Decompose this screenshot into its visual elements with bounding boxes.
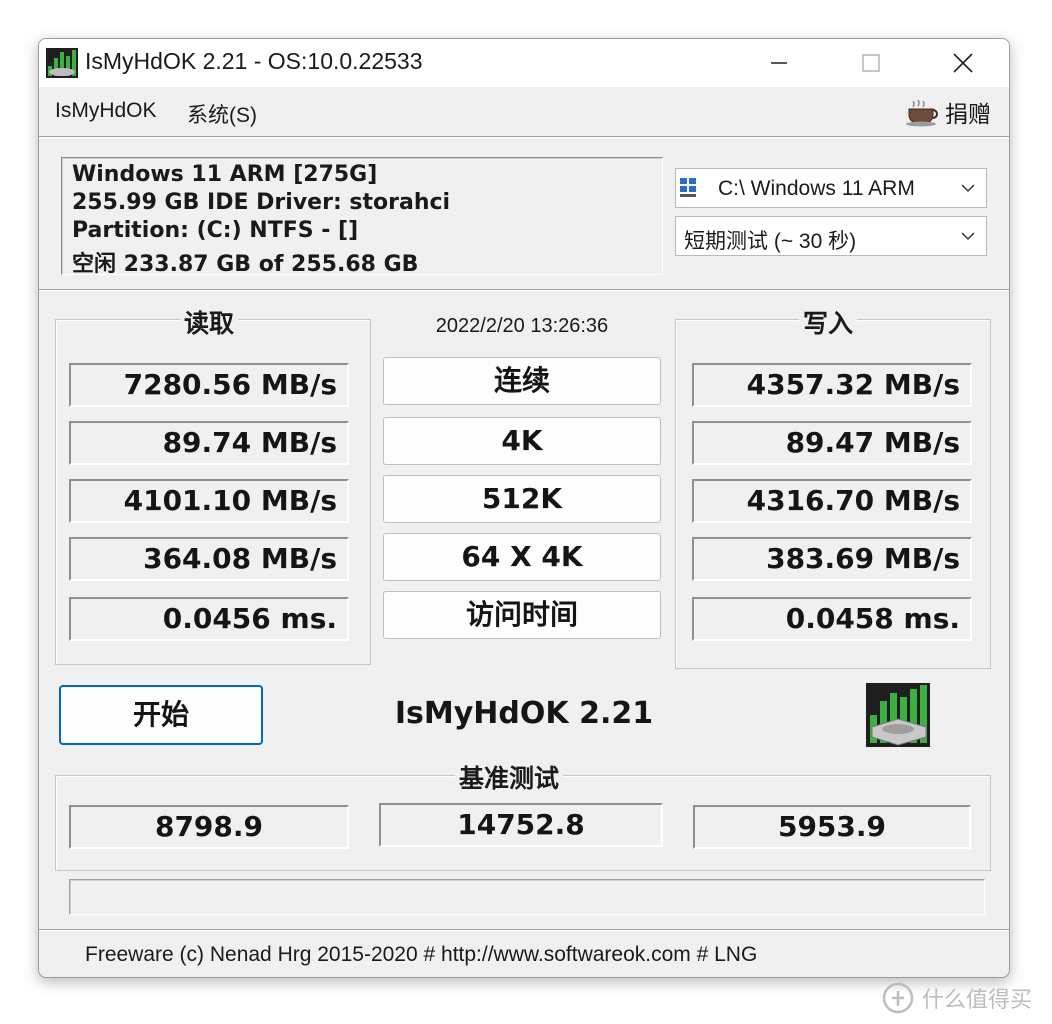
read-sequential-value: 7280.56 MB/s — [69, 363, 349, 407]
drive-select[interactable]: C:\ Windows 11 ARM — [675, 168, 987, 208]
benchmark-read-score: 8798.9 — [69, 805, 349, 849]
app-name-label: IsMyHdOK 2.21 — [394, 696, 654, 731]
progress-bar — [69, 879, 985, 915]
read-64x4k-value: 364.08 MB/s — [69, 537, 349, 581]
app-logo-icon — [46, 48, 78, 78]
disk-benchmark-icon — [866, 683, 930, 747]
write-title: 写入 — [799, 304, 858, 340]
footer-text[interactable]: Freeware (c) Nenad Hrg 2015-2020 # http:… — [85, 943, 757, 967]
title-bar: IsMyHdOK 2.21 - OS:10.0.22533 — [39, 39, 1009, 87]
zhi-logo-icon — [882, 982, 914, 1014]
minimize-icon — [771, 62, 787, 64]
divider — [39, 929, 1009, 931]
write-sequential-value: 4357.32 MB/s — [692, 363, 972, 407]
divider — [39, 136, 1009, 138]
test-access-time-button[interactable]: 访问时间 — [383, 591, 661, 639]
duration-select[interactable]: 短期测试 (~ 30 秒) — [675, 216, 987, 256]
minimize-button[interactable] — [733, 39, 825, 87]
chevron-down-icon — [961, 232, 975, 241]
donate-label: 捐赠 — [945, 102, 991, 128]
chevron-down-icon — [961, 184, 975, 193]
write-4k-value: 89.47 MB/s — [692, 421, 972, 465]
write-512k-value: 4316.70 MB/s — [692, 479, 972, 523]
close-button[interactable] — [917, 39, 1009, 87]
benchmark-total-score: 14752.8 — [379, 803, 663, 847]
read-512k-value: 4101.10 MB/s — [69, 479, 349, 523]
duration-select-value: 短期测试 (~ 30 秒) — [684, 230, 857, 253]
close-icon — [953, 53, 973, 73]
app-window: IsMyHdOK 2.21 - OS:10.0.22533 IsMyHdOK 系… — [38, 38, 1010, 978]
read-4k-value: 89.74 MB/s — [69, 421, 349, 465]
watermark: 什么值得买 — [882, 982, 1032, 1014]
drive-size-driver: 255.99 GB IDE Driver: storahci — [72, 190, 451, 215]
read-access-time-value: 0.0456 ms. — [69, 597, 349, 641]
test-sequential-button[interactable]: 连续 — [383, 357, 661, 405]
drive-free-space: 空闲 233.87 GB of 255.68 GB — [72, 252, 419, 277]
test-timestamp: 2022/2/20 13:26:36 — [435, 315, 609, 337]
drive-icon — [680, 178, 696, 197]
drive-name: Windows 11 ARM [275G] — [72, 162, 378, 187]
menu-ismyhdok[interactable]: IsMyHdOK — [55, 99, 157, 123]
watermark-text: 什么值得买 — [922, 987, 1033, 1012]
menu-system[interactable]: 系统(S) — [187, 99, 257, 129]
coffee-cup-icon — [906, 99, 938, 127]
test-4k-button[interactable]: 4K — [383, 417, 661, 465]
test-512k-button[interactable]: 512K — [383, 475, 661, 523]
drive-info-panel: Windows 11 ARM [275G] 255.99 GB IDE Driv… — [61, 157, 663, 277]
test-64x4k-button[interactable]: 64 X 4K — [383, 533, 661, 581]
write-64x4k-value: 383.69 MB/s — [692, 537, 972, 581]
benchmark-write-score: 5953.9 — [693, 805, 971, 849]
menu-bar: IsMyHdOK 系统(S) 捐赠 — [39, 87, 1009, 137]
write-access-time-value: 0.0458 ms. — [692, 597, 972, 641]
benchmark-title: 基准测试 — [455, 759, 564, 795]
divider — [39, 289, 1009, 291]
start-button[interactable]: 开始 — [59, 685, 263, 745]
maximize-button[interactable] — [825, 39, 917, 87]
window-title: IsMyHdOK 2.21 - OS:10.0.22533 — [85, 48, 423, 74]
donate-button[interactable]: 捐赠 — [905, 95, 991, 129]
read-title: 读取 — [180, 304, 239, 340]
maximize-icon — [862, 54, 880, 72]
drive-partition: Partition: (C:) NTFS - [] — [72, 218, 359, 243]
drive-select-value: C:\ Windows 11 ARM — [718, 177, 915, 200]
